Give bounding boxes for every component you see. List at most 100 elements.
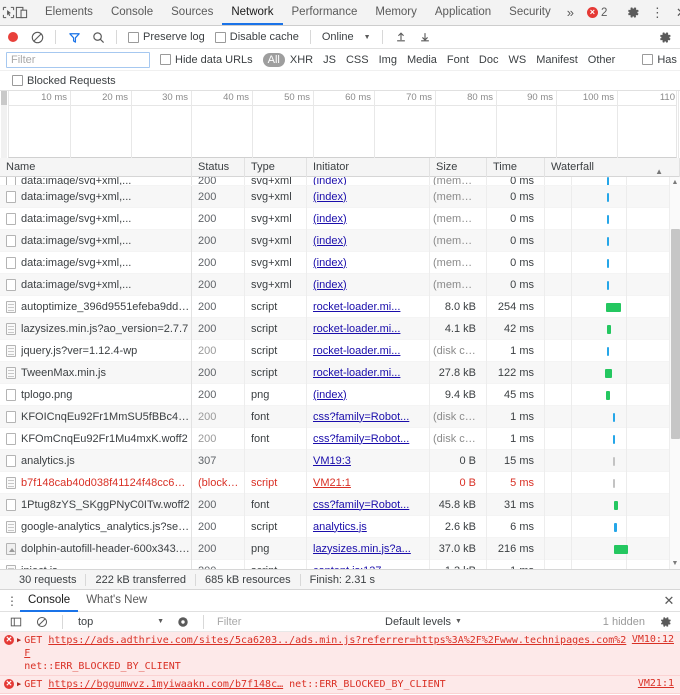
overview-scrollbar[interactable]: [1, 91, 7, 158]
tab-security[interactable]: Security: [500, 0, 560, 25]
tab-sources[interactable]: Sources: [162, 0, 222, 25]
has-blocked-cookies-checkbox[interactable]: Has blocked cookies: [638, 54, 680, 66]
table-row[interactable]: data:image/svg+xml,... 200 svg+xml (index) (…: [0, 273, 680, 296]
disable-cache-checkbox[interactable]: Disable cache: [211, 31, 303, 43]
waterfall-bar[interactable]: [607, 324, 611, 334]
search-icon[interactable]: [87, 27, 109, 47]
table-row[interactable]: 1Ptug8zYS_SKggPNyC0ITw.woff2 200 font css?f…: [0, 493, 680, 516]
initiator-link[interactable]: css?family=Robot...: [313, 411, 409, 423]
column-header-waterfall[interactable]: Waterfall ▲: [545, 157, 680, 177]
waterfall-bar[interactable]: [607, 214, 609, 224]
waterfall-bar[interactable]: [613, 412, 615, 422]
tab-elements[interactable]: Elements: [36, 0, 102, 25]
kebab-menu-icon[interactable]: ⋮: [645, 0, 669, 25]
scroll-down-arrow[interactable]: ▼: [670, 558, 680, 569]
live-expression-icon[interactable]: [172, 612, 194, 632]
console-message-source-link[interactable]: VM10:12: [632, 634, 674, 645]
type-filter-media[interactable]: Media: [402, 53, 442, 67]
table-row[interactable]: data:image/svg+xml,... 200 svg+xml (index) (…: [0, 185, 680, 208]
waterfall-bar[interactable]: [607, 280, 609, 290]
initiator-link[interactable]: rocket-loader.mi...: [313, 323, 400, 335]
column-header-type[interactable]: Type: [245, 157, 307, 177]
waterfall-bar[interactable]: [613, 456, 615, 466]
console-sidebar-icon[interactable]: [5, 612, 27, 632]
console-message-source-link[interactable]: VM21:1: [638, 678, 674, 689]
scroll-up-arrow[interactable]: ▲: [670, 177, 680, 188]
initiator-link[interactable]: lazysizes.min.js?a...: [313, 543, 411, 555]
initiator-link[interactable]: css?family=Robot...: [313, 433, 409, 445]
console-settings-gear-icon[interactable]: [655, 612, 677, 632]
initiator-link[interactable]: analytics.js: [313, 521, 367, 533]
table-row[interactable]: lazysizes.min.js?ao_version=2.7.7 200 scri…: [0, 317, 680, 340]
waterfall-bar[interactable]: [614, 522, 617, 532]
type-filter-manifest[interactable]: Manifest: [531, 53, 583, 67]
type-filter-all[interactable]: All: [262, 52, 285, 67]
console-message-url[interactable]: https://ads.adthrive.com/sites/5ca6203..…: [24, 635, 626, 659]
initiator-link[interactable]: VM19:3: [313, 455, 351, 467]
initiator-link[interactable]: (index): [313, 235, 347, 247]
initiator-link[interactable]: rocket-loader.mi...: [313, 367, 400, 379]
console-error-message[interactable]: ✕ ▶ GET https://ads.adthrive.com/sites/5ca…: [0, 632, 680, 676]
waterfall-bar[interactable]: [613, 478, 615, 488]
drawer-kebab-menu-icon[interactable]: ⋮: [4, 594, 20, 608]
type-filter-other[interactable]: Other: [583, 53, 621, 67]
type-filter-js[interactable]: JS: [318, 53, 341, 67]
initiator-link[interactable]: (index): [313, 279, 347, 291]
type-filter-img[interactable]: Img: [374, 53, 402, 67]
console-hidden-count[interactable]: 1 hidden: [603, 616, 651, 628]
initiator-link[interactable]: rocket-loader.mi...: [313, 345, 400, 357]
console-levels-select[interactable]: Default levels ▼: [385, 616, 462, 628]
clear-button[interactable]: [26, 27, 48, 47]
column-header-name[interactable]: Name: [0, 157, 192, 177]
column-header-time[interactable]: Time: [487, 157, 545, 177]
waterfall-bar[interactable]: [607, 236, 609, 246]
table-row[interactable]: dolphin-autofill-header-600x343.png 200 pn…: [0, 537, 680, 560]
console-filter-input[interactable]: [213, 614, 381, 629]
more-tabs-button[interactable]: »: [560, 0, 581, 25]
console-error-message[interactable]: ✕ ▶ GET https://bggumwvz.1myiwaakn.com/b7f…: [0, 676, 680, 694]
table-row[interactable]: tplogo.png 200 png (index) 9.4 kB 45 ms: [0, 383, 680, 406]
initiator-link[interactable]: content.js:137: [313, 565, 382, 570]
inspect-cursor-icon[interactable]: [2, 0, 15, 25]
column-header-initiator[interactable]: Initiator: [307, 157, 430, 177]
error-count-badge[interactable]: × 2: [581, 0, 613, 25]
waterfall-bar[interactable]: [607, 346, 609, 356]
table-row[interactable]: inject.js 200script content.js:137 1.3 kB1 …: [0, 559, 680, 570]
expand-triangle-icon[interactable]: ▶: [14, 680, 24, 688]
initiator-link[interactable]: css?family=Robot...: [313, 499, 409, 511]
table-row[interactable]: data:image/svg+xml,... 200 svg+xml (index) (…: [0, 229, 680, 252]
hide-data-urls-checkbox[interactable]: Hide data URLs: [156, 54, 257, 66]
drawer-tab-console[interactable]: Console: [20, 590, 79, 612]
table-row[interactable]: data:image/svg+xml,... 200 svg+xml (index) (…: [0, 251, 680, 274]
initiator-link[interactable]: (index): [313, 191, 347, 203]
table-row[interactable]: jquery.js?ver=1.12.4-wp 200 script rocket-l…: [0, 339, 680, 362]
type-filter-css[interactable]: CSS: [341, 53, 374, 67]
initiator-link[interactable]: (index): [313, 213, 347, 225]
waterfall-bar[interactable]: [607, 258, 609, 268]
tab-network[interactable]: Network: [222, 0, 283, 25]
clear-console-icon[interactable]: [31, 612, 53, 632]
tab-performance[interactable]: Performance: [283, 0, 367, 25]
initiator-link[interactable]: (index): [313, 389, 347, 401]
gear-icon[interactable]: [621, 0, 645, 25]
filter-input[interactable]: [6, 51, 150, 68]
tab-application[interactable]: Application: [426, 0, 500, 25]
tab-console[interactable]: Console: [102, 0, 162, 25]
network-overview-timeline[interactable]: 10 ms 20 ms 30 ms 40 ms 50 ms 60 ms 70 ms 80 ms…: [1, 91, 679, 158]
initiator-link[interactable]: rocket-loader.mi...: [313, 301, 400, 313]
table-row[interactable]: KFOICnqEu92Fr1MmSU5fBBc4.woff2 200 font css…: [0, 405, 680, 428]
waterfall-bar[interactable]: [614, 544, 628, 554]
console-context-select[interactable]: top ▼: [72, 616, 168, 628]
table-row[interactable]: KFOmCnqEu92Fr1Mu4mxK.woff2 200 font css?fam…: [0, 427, 680, 450]
column-header-size[interactable]: Size: [430, 157, 487, 177]
network-settings-gear-icon[interactable]: [654, 27, 676, 47]
overview-scrollbar-thumb[interactable]: [1, 91, 7, 105]
filter-funnel-icon[interactable]: [63, 27, 85, 47]
type-filter-doc[interactable]: Doc: [474, 53, 504, 67]
export-har-icon[interactable]: [414, 27, 436, 47]
scrollbar-thumb[interactable]: [671, 229, 680, 439]
table-row[interactable]: b7f148cab40d038f41124f48cc65d0... (blocke…: [0, 471, 680, 494]
close-icon[interactable]: ✕: [669, 0, 680, 25]
waterfall-bar[interactable]: [606, 390, 610, 400]
type-filter-xhr[interactable]: XHR: [285, 53, 318, 67]
